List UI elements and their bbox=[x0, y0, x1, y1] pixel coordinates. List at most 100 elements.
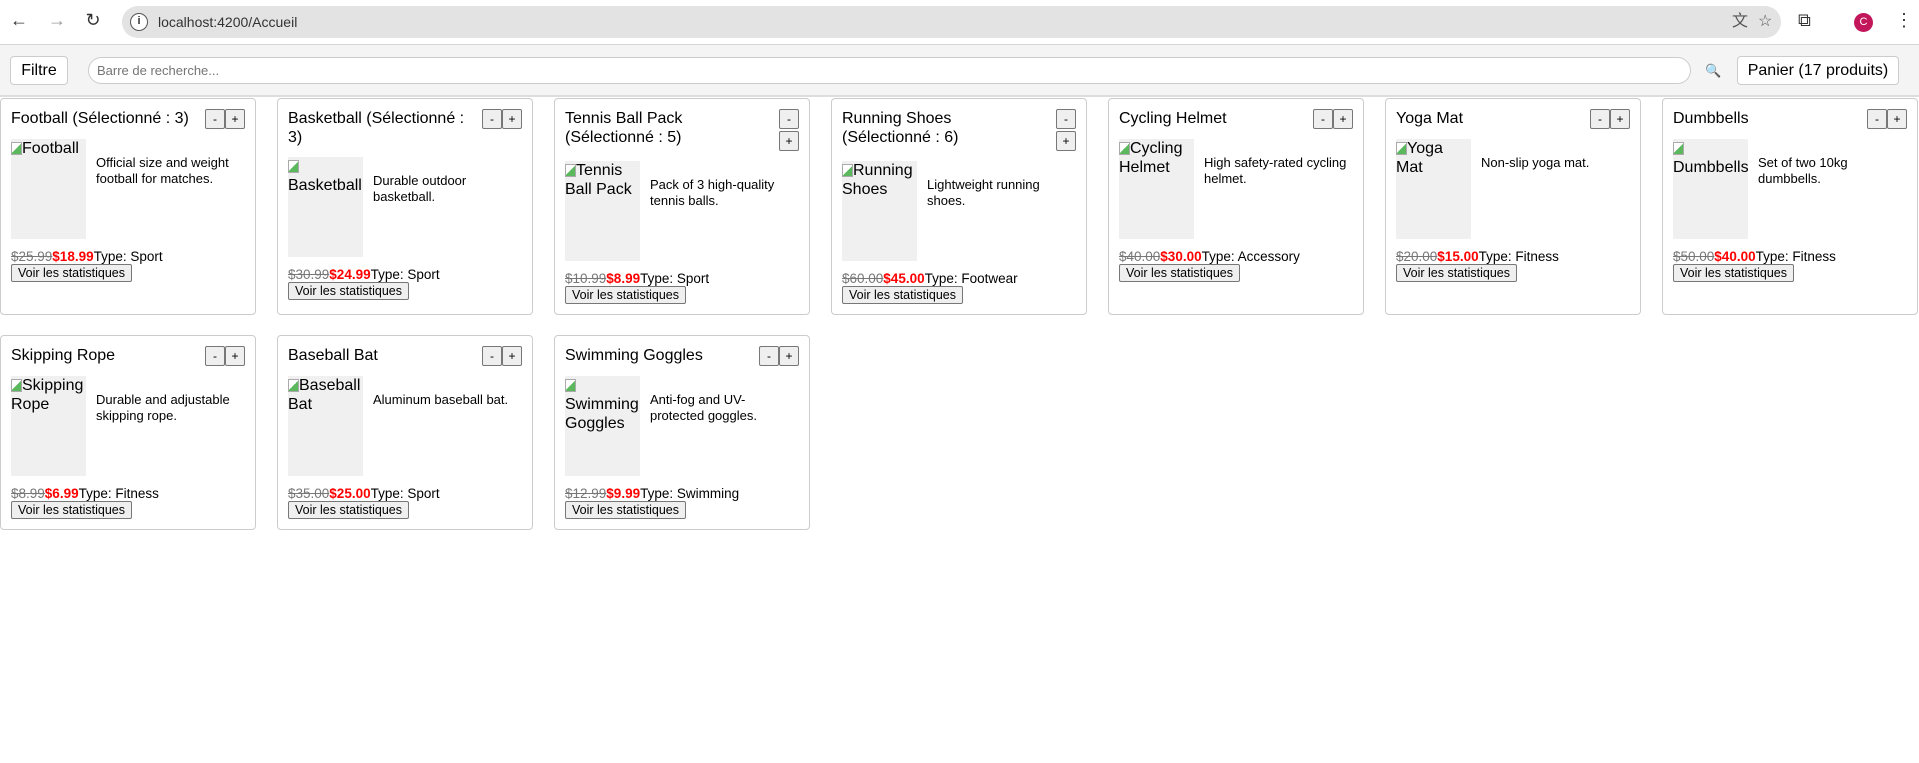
original-price: $50.00 bbox=[1673, 249, 1715, 264]
product-description: Set of two 10kg dumbbells. bbox=[1758, 155, 1848, 186]
product-description: Aluminum baseball bat. bbox=[373, 392, 509, 407]
product-title: Yoga Mat bbox=[1396, 110, 1464, 127]
view-stats-button[interactable]: Voir les statistiques bbox=[565, 286, 686, 304]
decrease-button[interactable]: - bbox=[1867, 109, 1887, 129]
image-alt-text: Skipping Rope bbox=[11, 377, 84, 413]
increase-button[interactable]: + bbox=[1610, 109, 1630, 129]
image-alt-text: Basketball bbox=[288, 177, 362, 194]
product-card: Tennis Ball Pack (Sélectionné : 5) - + Tenn… bbox=[554, 98, 810, 315]
product-description: Durable outdoor basketball. bbox=[373, 173, 467, 204]
product-image: Baseball Bat bbox=[288, 376, 363, 476]
broken-image-icon bbox=[1396, 142, 1407, 155]
decrease-button[interactable]: - bbox=[1590, 109, 1610, 129]
view-stats-button[interactable]: Voir les statistiques bbox=[1396, 264, 1517, 282]
sale-price: $24.99 bbox=[329, 267, 371, 282]
product-image: Basketball bbox=[288, 157, 363, 257]
cart-button[interactable]: Panier (17 produits) bbox=[1737, 56, 1899, 85]
decrease-button[interactable]: - bbox=[205, 109, 225, 129]
product-card: Skipping Rope - + Skipping Rope Durable and … bbox=[0, 335, 256, 530]
extensions-icon[interactable]: ⧉ bbox=[1798, 10, 1811, 31]
broken-image-icon bbox=[288, 379, 299, 392]
original-price: $60.00 bbox=[842, 271, 884, 286]
product-type: Type: Swimming bbox=[640, 486, 740, 501]
sale-price: $45.00 bbox=[883, 271, 925, 286]
decrease-button[interactable]: - bbox=[1056, 109, 1076, 129]
view-stats-button[interactable]: Voir les statistiques bbox=[1119, 264, 1240, 282]
view-stats-button[interactable]: Voir les statistiques bbox=[11, 501, 132, 519]
decrease-button[interactable]: - bbox=[482, 346, 502, 366]
reload-icon[interactable]: ↻ bbox=[80, 10, 106, 31]
product-type: Type: Sport bbox=[93, 249, 163, 264]
decrease-button[interactable]: - bbox=[759, 346, 779, 366]
forward-icon[interactable]: → bbox=[44, 10, 70, 31]
product-image: Tennis Ball Pack bbox=[565, 161, 640, 261]
product-description: Lightweight running shoes. bbox=[927, 177, 1040, 208]
broken-image-icon bbox=[11, 142, 22, 155]
product-title: Cycling Helmet bbox=[1119, 110, 1227, 127]
search-input[interactable] bbox=[88, 57, 1691, 84]
product-card: Yoga Mat - + Yoga Mat Non-slip yoga mat. $20.… bbox=[1385, 98, 1641, 315]
filter-bar: Filtre 🔍 Panier (17 produits) bbox=[0, 45, 1919, 97]
url-text: localhost:4200/Accueil bbox=[158, 14, 298, 30]
site-info-icon[interactable]: i bbox=[130, 13, 148, 31]
menu-icon[interactable]: ⋮ bbox=[1895, 10, 1913, 31]
view-stats-button[interactable]: Voir les statistiques bbox=[1673, 264, 1794, 282]
product-type: Type: Fitness bbox=[1478, 249, 1559, 264]
product-card: Cycling Helmet - + Cycling Helmet High safet… bbox=[1108, 98, 1364, 315]
product-title: Swimming Goggles bbox=[565, 347, 703, 364]
product-image: Dumbbells bbox=[1673, 139, 1748, 239]
view-stats-button[interactable]: Voir les statistiques bbox=[11, 264, 132, 282]
broken-image-icon bbox=[1119, 142, 1130, 155]
broken-image-icon bbox=[11, 379, 22, 392]
image-alt-text: Baseball Bat bbox=[288, 377, 361, 413]
star-icon[interactable]: ☆ bbox=[1758, 6, 1772, 38]
view-stats-button[interactable]: Voir les statistiques bbox=[842, 286, 963, 304]
product-type: Type: Fitness bbox=[1755, 249, 1836, 264]
view-stats-button[interactable]: Voir les statistiques bbox=[288, 501, 409, 519]
decrease-button[interactable]: - bbox=[205, 346, 225, 366]
translate-icon[interactable]: 文 bbox=[1732, 6, 1748, 38]
product-card: Football (Sélectionné : 3) - + Football Offi… bbox=[0, 98, 256, 315]
increase-button[interactable]: + bbox=[779, 346, 799, 366]
increase-button[interactable]: + bbox=[779, 131, 799, 151]
original-price: $12.99 bbox=[565, 486, 607, 501]
increase-button[interactable]: + bbox=[1056, 131, 1076, 151]
search-icon[interactable]: 🔍 bbox=[1705, 63, 1721, 79]
product-image: Skipping Rope bbox=[11, 376, 86, 476]
image-alt-text: Running Shoes bbox=[842, 162, 913, 198]
product-title: Football (Sélectionné : 3) bbox=[11, 110, 189, 127]
increase-button[interactable]: + bbox=[225, 346, 245, 366]
sale-price: $30.00 bbox=[1160, 249, 1202, 264]
product-grid: Football (Sélectionné : 3) - + Football Offi… bbox=[0, 97, 1919, 530]
product-title: Skipping Rope bbox=[11, 347, 116, 364]
product-image: Swimming Goggles bbox=[565, 376, 640, 476]
increase-button[interactable]: + bbox=[1333, 109, 1353, 129]
increase-button[interactable]: + bbox=[225, 109, 245, 129]
product-description: Anti-fog and UV-protected goggles. bbox=[650, 392, 757, 423]
increase-button[interactable]: + bbox=[502, 346, 522, 366]
product-type: Type: Sport bbox=[370, 486, 440, 501]
original-price: $10.99 bbox=[565, 271, 607, 286]
broken-image-icon bbox=[565, 164, 576, 177]
view-stats-button[interactable]: Voir les statistiques bbox=[565, 501, 686, 519]
product-type: Type: Sport bbox=[370, 267, 440, 282]
back-icon[interactable]: ← bbox=[6, 10, 32, 31]
address-bar[interactable]: i localhost:4200/Accueil 文 ☆ bbox=[122, 6, 1781, 38]
decrease-button[interactable]: - bbox=[1313, 109, 1333, 129]
image-alt-text: Swimming Goggles bbox=[565, 396, 639, 432]
filter-button[interactable]: Filtre bbox=[10, 56, 68, 85]
avatar[interactable]: C bbox=[1854, 13, 1873, 32]
decrease-button[interactable]: - bbox=[482, 109, 502, 129]
increase-button[interactable]: + bbox=[502, 109, 522, 129]
decrease-button[interactable]: - bbox=[779, 109, 799, 129]
product-title: Dumbbells bbox=[1673, 110, 1749, 127]
product-description: Durable and adjustable skipping rope. bbox=[96, 392, 230, 423]
increase-button[interactable]: + bbox=[1887, 109, 1907, 129]
sale-price: $18.99 bbox=[52, 249, 94, 264]
original-price: $20.00 bbox=[1396, 249, 1438, 264]
image-alt-text: Football bbox=[22, 140, 79, 157]
browser-toolbar: ← → ↻ i localhost:4200/Accueil 文 ☆ ⧉ C ⋮ bbox=[0, 0, 1919, 45]
product-type: Type: Footwear bbox=[924, 271, 1018, 286]
view-stats-button[interactable]: Voir les statistiques bbox=[288, 282, 409, 300]
sale-price: $25.00 bbox=[329, 486, 371, 501]
